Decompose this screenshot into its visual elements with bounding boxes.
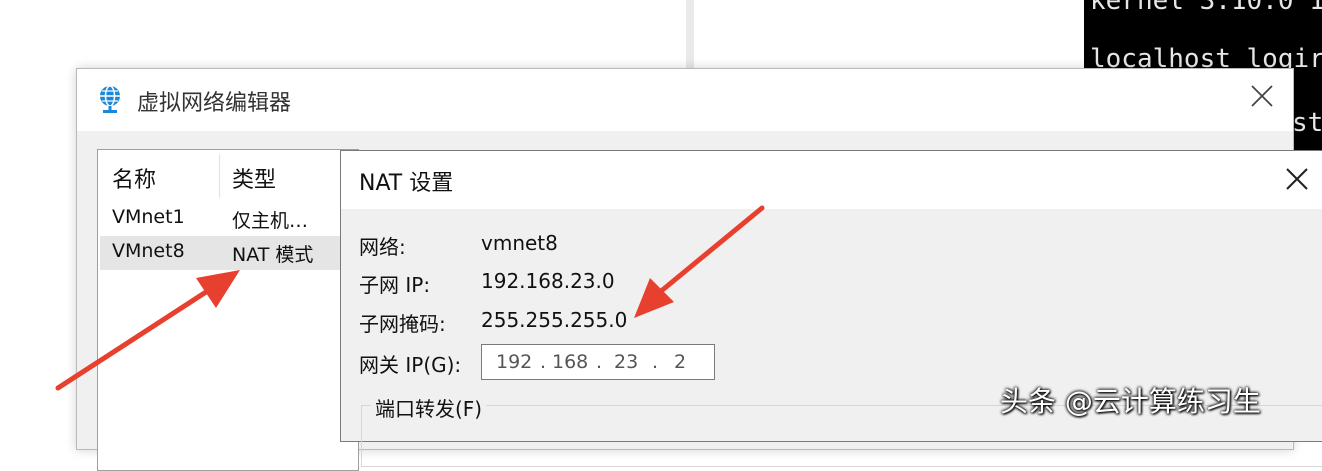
octet-separator: . xyxy=(596,351,603,373)
terminal-line: st xyxy=(1292,108,1322,138)
column-divider[interactable] xyxy=(219,154,220,198)
network-name: VMnet1 xyxy=(112,206,185,228)
network-label: 网络: xyxy=(359,235,406,259)
watermark: 头条 @云计算练习生 xyxy=(1000,385,1261,418)
network-list[interactable]: 名称 类型 VMnet1 仅主机… VMnet8 NAT 模式 xyxy=(97,149,359,471)
port-forwarding-label: 端口转发(F) xyxy=(371,393,487,422)
close-icon[interactable] xyxy=(1285,167,1309,191)
octet-separator: . xyxy=(652,351,659,373)
gateway-octet[interactable]: 23 xyxy=(614,351,638,373)
gateway-octet[interactable]: 2 xyxy=(674,351,686,373)
gateway-octet[interactable]: 168 xyxy=(552,351,588,373)
column-header-type[interactable]: 类型 xyxy=(232,162,276,194)
column-header-name[interactable]: 名称 xyxy=(112,162,156,194)
close-icon[interactable] xyxy=(1249,83,1275,109)
subnet-ip-value: 192.168.23.0 xyxy=(481,269,615,293)
network-value: vmnet8 xyxy=(481,231,558,255)
subnet-mask-value: 255.255.255.0 xyxy=(481,308,628,332)
gateway-ip-label: 网关 IP(G): xyxy=(359,353,462,377)
network-row-vmnet1[interactable]: VMnet1 仅主机… xyxy=(100,202,358,236)
subnet-mask-label: 子网掩码: xyxy=(359,312,446,336)
network-type: 仅主机… xyxy=(232,210,309,232)
gateway-ip-input[interactable]: 192 . 168 . 23 . 2 xyxy=(481,344,715,380)
terminal-line: kernel 3.10.0 1 xyxy=(1090,0,1322,16)
nat-title: NAT 设置 xyxy=(359,171,454,196)
network-name: VMnet8 xyxy=(112,240,185,262)
editor-titlebar: 虚拟网络编辑器 xyxy=(77,69,1293,131)
network-type: NAT 模式 xyxy=(232,244,314,266)
octet-separator: . xyxy=(540,351,547,373)
network-row-vmnet8[interactable]: VMnet8 NAT 模式 xyxy=(100,236,358,270)
nat-titlebar: NAT 设置 xyxy=(341,151,1322,209)
subnet-ip-label: 子网 IP: xyxy=(359,273,431,297)
editor-title: 虚拟网络编辑器 xyxy=(137,91,292,116)
globe-network-icon xyxy=(100,85,120,113)
gateway-octet[interactable]: 192 xyxy=(496,351,532,373)
